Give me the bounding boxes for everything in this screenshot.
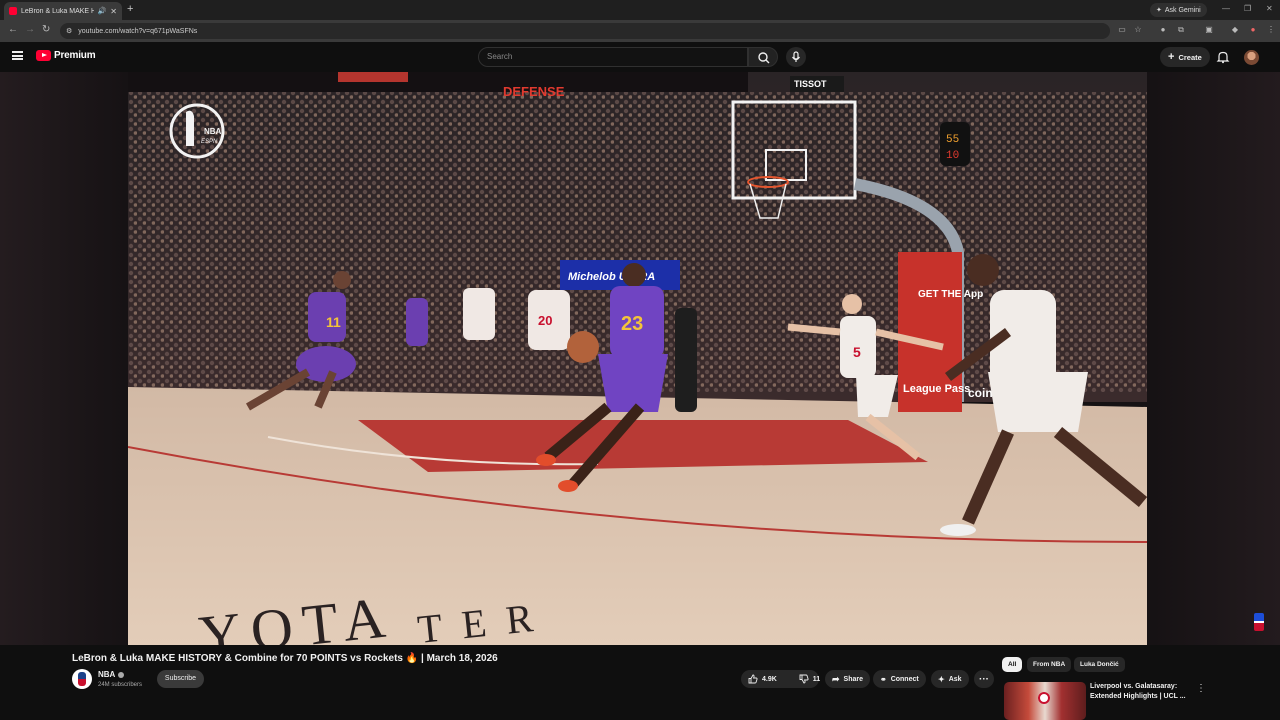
create-label: Create bbox=[1178, 52, 1202, 62]
like-button[interactable]: 4.9K bbox=[741, 670, 784, 688]
recommended-video-title[interactable]: Liverpool vs. Galatasaray: Extended High… bbox=[1090, 682, 1190, 701]
svg-text:ESPN: ESPN bbox=[201, 139, 218, 145]
tab-close-icon[interactable]: ✕ bbox=[110, 7, 117, 16]
share-button[interactable]: ➦ Share bbox=[825, 670, 871, 688]
subscribe-button[interactable]: Subscribe bbox=[157, 670, 204, 688]
svg-text:5: 5 bbox=[853, 344, 861, 360]
extensions-puzzle-icon[interactable]: ⧉ bbox=[1176, 25, 1186, 35]
plus-icon: + bbox=[1168, 51, 1175, 63]
hamburger-menu-icon[interactable] bbox=[12, 51, 23, 60]
connect-icon: ⚭ bbox=[880, 674, 887, 684]
profile-icon[interactable]: ● bbox=[1248, 25, 1258, 35]
svg-text:10: 10 bbox=[946, 150, 959, 162]
extension-circle-icon[interactable]: ● bbox=[1158, 25, 1168, 35]
like-dislike-group: 4.9K 11 bbox=[741, 670, 820, 688]
svg-text:NBA: NBA bbox=[204, 127, 222, 136]
forward-arrow-icon[interactable]: → bbox=[25, 24, 35, 35]
like-count: 4.9K bbox=[762, 675, 777, 683]
chip-all[interactable]: All bbox=[1002, 657, 1023, 672]
dislike-count: 11 bbox=[812, 675, 821, 683]
verified-badge-icon bbox=[118, 671, 125, 678]
svg-text:20: 20 bbox=[538, 313, 552, 328]
arena-led-sign bbox=[338, 72, 408, 82]
user-avatar[interactable] bbox=[1244, 50, 1259, 65]
more-actions-button[interactable]: ··· bbox=[974, 670, 994, 688]
thumbs-down-icon bbox=[799, 674, 809, 684]
youtube-favicon-icon bbox=[9, 7, 17, 15]
youtube-play-icon bbox=[36, 50, 51, 61]
video-player[interactable]: DEFENSE YOTA TER Michelob ULTRA TISSOT G… bbox=[128, 72, 1147, 645]
tissot-sign: TISSOT bbox=[794, 79, 827, 89]
share-arrow-icon: ➦ bbox=[832, 673, 840, 684]
browser-tab-bar: LeBron & Luka MAKE HISTO 🔊 ✕ + ✦ Ask Gem… bbox=[0, 0, 1280, 20]
browser-toolbar: ← → ↻ ⚙ youtube.com/watch?v=q671pWaSFNs … bbox=[0, 20, 1280, 42]
url-text: youtube.com/watch?v=q671pWaSFNs bbox=[78, 27, 198, 35]
ask-label: Ask bbox=[948, 675, 962, 683]
svg-text:55: 55 bbox=[946, 134, 959, 146]
recommended-video-thumbnail[interactable] bbox=[1004, 682, 1086, 720]
svg-text:11: 11 bbox=[326, 314, 341, 330]
league-pass-text: League Pass bbox=[903, 383, 970, 395]
search-button[interactable] bbox=[748, 47, 778, 67]
minimize-button[interactable]: — bbox=[1222, 4, 1230, 13]
recommended-more-icon[interactable]: ⋮ bbox=[1196, 683, 1206, 694]
gemini-sparkle-icon: ✦ bbox=[1156, 7, 1162, 14]
chip-from-nba[interactable]: From NBA bbox=[1027, 657, 1072, 672]
share-label: Share bbox=[843, 675, 864, 683]
site-info-icon[interactable]: ⚙ bbox=[66, 27, 72, 35]
restore-button[interactable]: ❐ bbox=[1244, 4, 1251, 13]
browser-menu-icon[interactable]: ⋮ bbox=[1266, 25, 1276, 35]
logo-text: Premium bbox=[54, 50, 96, 61]
video-title: LeBron & Luka MAKE HISTORY & Combine for… bbox=[72, 653, 498, 664]
profile-extension-icon[interactable]: ◆ bbox=[1230, 25, 1240, 35]
youtube-logo[interactable]: Premium bbox=[36, 50, 96, 61]
youtube-header: Premium Search + Create bbox=[0, 42, 1280, 72]
get-app-text: GET THE App bbox=[918, 289, 983, 300]
create-button[interactable]: + Create bbox=[1160, 47, 1210, 67]
ask-gemini-button[interactable]: ✦ Ask Gemini bbox=[1150, 3, 1207, 17]
svg-text:23: 23 bbox=[621, 313, 643, 335]
cast-icon[interactable]: ▭ bbox=[1117, 25, 1127, 35]
voice-search-button[interactable] bbox=[786, 47, 806, 67]
reload-icon[interactable]: ↻ bbox=[42, 24, 50, 35]
ask-gemini-label: Ask Gemini bbox=[1164, 6, 1201, 14]
channel-name[interactable]: NBA bbox=[98, 670, 125, 679]
dislike-button[interactable]: 11 bbox=[792, 670, 827, 688]
audio-playing-icon[interactable]: 🔊 bbox=[98, 7, 107, 15]
ask-button[interactable]: ✦ Ask bbox=[931, 670, 969, 688]
subscriber-count: 24M subscribers bbox=[98, 682, 143, 688]
new-tab-button[interactable]: + bbox=[127, 3, 133, 15]
scoreboard-text: DEFENSE bbox=[503, 84, 565, 99]
nba-logo-icon bbox=[1254, 613, 1264, 631]
bookmark-star-icon[interactable]: ☆ bbox=[1133, 25, 1143, 35]
browser-tab[interactable]: LeBron & Luka MAKE HISTO 🔊 ✕ bbox=[4, 2, 122, 20]
connect-label: Connect bbox=[890, 675, 919, 683]
connect-button[interactable]: ⚭ Connect bbox=[873, 670, 926, 688]
chip-luka-doncic[interactable]: Luka Dončić bbox=[1074, 657, 1125, 672]
video-info-panel: LeBron & Luka MAKE HISTORY & Combine for… bbox=[0, 645, 1280, 720]
ask-sparkle-icon: ✦ bbox=[938, 674, 945, 684]
microphone-icon bbox=[792, 51, 800, 62]
address-bar[interactable]: ⚙ youtube.com/watch?v=q671pWaSFNs bbox=[60, 23, 1110, 39]
basketball bbox=[567, 331, 599, 363]
close-window-button[interactable]: ✕ bbox=[1266, 4, 1273, 13]
channel-name-label: NBA bbox=[98, 670, 116, 679]
notifications-bell-icon[interactable] bbox=[1216, 50, 1230, 69]
channel-avatar[interactable] bbox=[72, 669, 92, 689]
side-panel-icon[interactable]: ▣ bbox=[1204, 25, 1214, 35]
thumbs-up-icon bbox=[748, 674, 758, 684]
tab-title: LeBron & Luka MAKE HISTO bbox=[21, 7, 94, 15]
search-icon bbox=[758, 52, 770, 64]
search-input[interactable]: Search bbox=[478, 47, 748, 67]
back-arrow-icon[interactable]: ← bbox=[8, 24, 18, 35]
